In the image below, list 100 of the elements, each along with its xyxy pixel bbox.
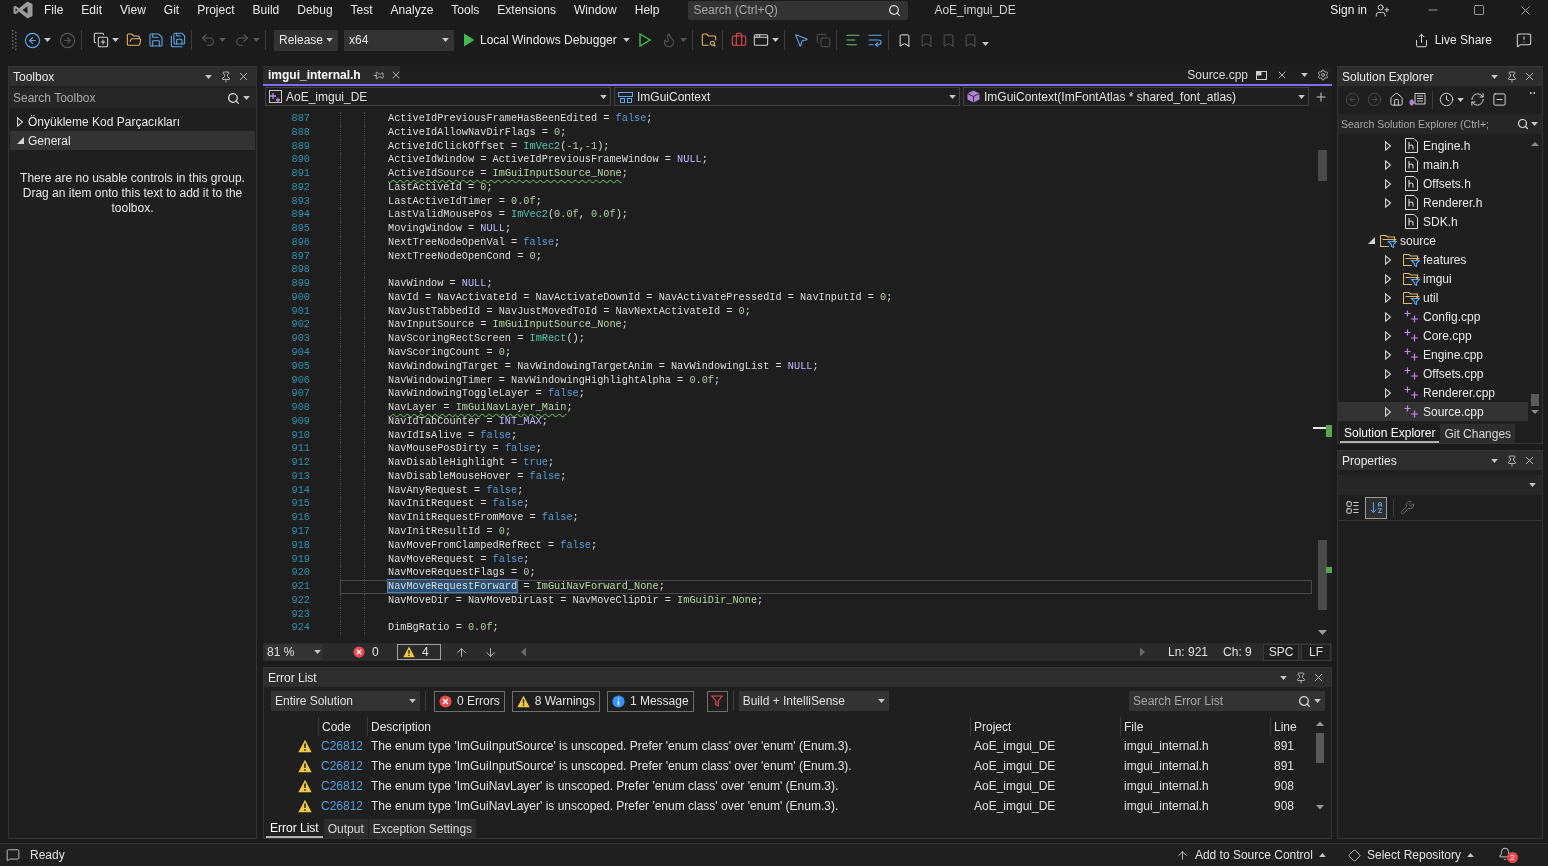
home-icon[interactable]	[1389, 92, 1404, 107]
menu-item[interactable]: Git	[154, 0, 189, 20]
copy-plus-icon[interactable]	[93, 32, 109, 48]
folder-search-icon[interactable]	[700, 32, 717, 48]
panel-tab[interactable]: Output	[323, 819, 368, 838]
column-indicator[interactable]: Ch: 9	[1223, 643, 1252, 661]
collapsed-arrow-icon[interactable]	[1385, 273, 1391, 284]
overflow-dots-icon[interactable]	[1530, 92, 1535, 95]
filter-toggle[interactable]: 8 Warnings	[511, 690, 600, 712]
navigation-dropdown[interactable]: ImGuiContext	[614, 87, 960, 106]
collapsed-arrow-icon[interactable]	[1385, 349, 1391, 360]
caret-down-icon[interactable]	[1457, 97, 1464, 102]
column-header[interactable]: Description	[371, 717, 432, 736]
collapsed-arrow-icon[interactable]	[1385, 368, 1391, 379]
tree-item[interactable]: main.h	[1338, 155, 1528, 174]
pin-icon[interactable]	[1295, 671, 1307, 684]
menu-item[interactable]: Test	[341, 0, 382, 20]
menu-item[interactable]: File	[35, 0, 73, 20]
scope-dropdown[interactable]: Entire Solution	[271, 691, 420, 711]
tree-item[interactable]: source	[1338, 231, 1528, 250]
caret-down-icon[interactable]	[981, 42, 989, 46]
pin-icon[interactable]	[220, 70, 232, 83]
tree-item[interactable]: Source.cpp	[1338, 402, 1528, 421]
collapsed-arrow-icon[interactable]	[1385, 311, 1391, 322]
error-code-link[interactable]: C26812	[318, 777, 364, 795]
bell-icon[interactable]	[1498, 847, 1512, 861]
collapsed-arrow-icon[interactable]	[1385, 406, 1391, 417]
collapsed-arrow-icon[interactable]	[1385, 178, 1391, 189]
square-minus-icon[interactable]	[1492, 92, 1507, 107]
tree-item[interactable]: SDK.h	[1338, 212, 1528, 231]
caret-down-icon[interactable]	[1301, 73, 1308, 77]
menu-item[interactable]: Help	[625, 0, 669, 20]
close-icon[interactable]	[1312, 671, 1325, 684]
menu-item[interactable]: Build	[243, 0, 289, 20]
pin-icon[interactable]	[372, 69, 384, 81]
tree-item[interactable]: Config.cpp	[1338, 307, 1528, 326]
folder-open-icon[interactable]	[126, 32, 142, 48]
cursor-icon[interactable]	[792, 32, 809, 48]
clock-icon[interactable]	[1439, 92, 1454, 107]
tab-square-icon[interactable]	[1256, 70, 1267, 80]
pin-icon[interactable]	[1506, 454, 1518, 467]
sync-icon[interactable]	[1470, 92, 1485, 107]
collapsed-arrow-icon[interactable]	[1385, 387, 1391, 398]
error-code-link[interactable]: C26812	[318, 757, 364, 775]
source-dropdown[interactable]: Build + IntelliSense	[738, 691, 889, 711]
caret-down-icon[interactable]	[771, 38, 779, 42]
issue-count-button[interactable]: 4	[397, 644, 441, 660]
floppy-disks-icon[interactable]	[170, 32, 186, 48]
wrench-icon[interactable]	[1400, 500, 1415, 515]
zoom-dropdown[interactable]: 81 %	[265, 644, 323, 660]
error-code-link[interactable]: C26812	[318, 797, 364, 815]
close-icon[interactable]	[1523, 70, 1536, 83]
collapsed-arrow-icon[interactable]	[1385, 159, 1391, 170]
pin-icon[interactable]	[1506, 70, 1518, 83]
tree-item[interactable]: Offsets.cpp	[1338, 364, 1528, 383]
lines-icon[interactable]	[844, 32, 861, 48]
collapsed-arrow-icon[interactable]	[1385, 254, 1391, 265]
settings-icon[interactable]	[1317, 69, 1329, 81]
indent-indicator[interactable]: SPC	[1263, 643, 1299, 661]
close-icon[interactable]	[1276, 69, 1288, 81]
tree-item[interactable]: Renderer.h	[1338, 193, 1528, 212]
expanded-arrow-icon[interactable]	[1367, 237, 1375, 244]
issue-count-button[interactable]: 0	[347, 644, 391, 660]
maximize-icon[interactable]	[1473, 4, 1485, 16]
briefcase-icon[interactable]	[730, 32, 747, 48]
bookmark-icon[interactable]	[896, 32, 912, 48]
platform-dropdown[interactable]: x64	[344, 29, 454, 51]
filter-toggle[interactable]: 0 Errors	[434, 690, 505, 712]
search-input[interactable]: Search Error List	[1133, 691, 1298, 711]
navigation-dropdown[interactable]: AoE_imgui_DE	[265, 87, 611, 106]
caret-down-icon[interactable]	[1280, 675, 1287, 680]
menu-item[interactable]: Debug	[288, 0, 342, 20]
live-share-button[interactable]: Live Share	[1413, 31, 1492, 49]
arrow-down-icon[interactable]	[484, 645, 497, 659]
sort-toggle[interactable]	[1365, 496, 1387, 519]
toolbox-group[interactable]: General	[10, 131, 255, 150]
caret-down-icon[interactable]	[112, 38, 119, 42]
menu-item[interactable]: Project	[188, 0, 244, 20]
wrap-text-icon[interactable]	[866, 32, 883, 48]
expanded-arrow-icon[interactable]	[16, 137, 24, 144]
arrow-left-circle-icon[interactable]	[24, 31, 41, 49]
preview-tab[interactable]: Source.cpp	[1182, 66, 1293, 84]
column-header[interactable]: Line	[1274, 717, 1297, 736]
configuration-dropdown[interactable]: Release	[274, 29, 338, 51]
menu-item[interactable]: Analyze	[381, 0, 443, 20]
person-plus-icon[interactable]	[1375, 2, 1390, 18]
logo-document-icon[interactable]	[1409, 92, 1426, 107]
tree-item[interactable]: features	[1338, 250, 1528, 269]
caret-down-icon[interactable]	[1491, 458, 1498, 463]
plus-icon[interactable]	[1314, 89, 1328, 104]
dotted-grip-icon[interactable]	[12, 30, 17, 50]
filter-toggle[interactable]	[706, 690, 728, 712]
search-field[interactable]: Search Error List	[1129, 691, 1325, 711]
collapsed-arrow-icon[interactable]	[1385, 140, 1391, 151]
browser-window-icon[interactable]	[752, 32, 769, 48]
close-icon[interactable]	[1523, 454, 1536, 467]
column-header[interactable]: File	[1124, 717, 1144, 736]
column-header[interactable]: Project	[974, 717, 1012, 736]
document-tab[interactable]: imgui_internal.h	[263, 66, 400, 84]
caret-down-icon[interactable]	[1491, 74, 1498, 79]
